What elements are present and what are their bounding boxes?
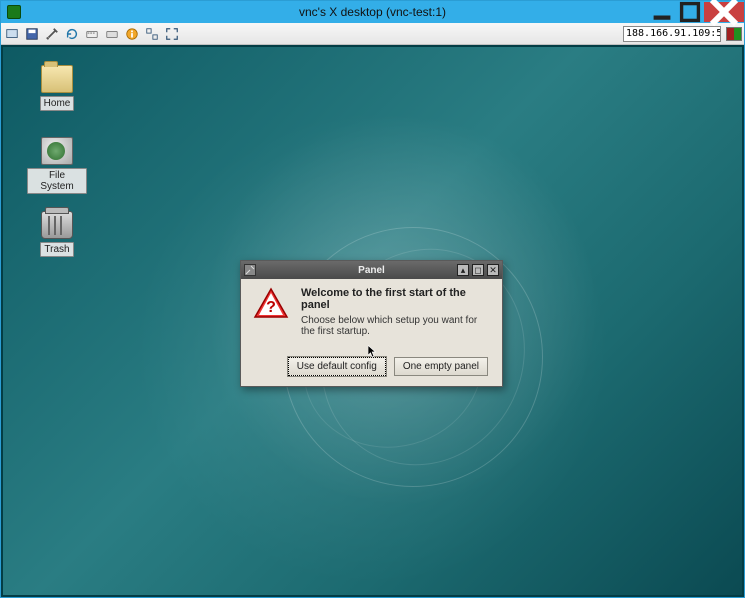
desktop-icon-label: File System [27, 168, 87, 194]
desktop-icon-label: Trash [40, 242, 73, 257]
panel-dialog: Panel ▴ ◻ ✕ ? [240, 260, 503, 387]
folder-icon [41, 65, 73, 93]
app-icon [7, 5, 21, 19]
app-window: vnc's X desktop (vnc-test:1) 188.166.91.… [0, 0, 745, 598]
use-default-config-button[interactable]: Use default config [288, 357, 386, 376]
desktop-icon-filesystem[interactable]: File System [27, 137, 87, 194]
save-icon[interactable] [23, 25, 41, 43]
close-button[interactable] [704, 2, 744, 22]
send-keys-icon[interactable] [103, 25, 121, 43]
desktop-icon-trash[interactable]: Trash [27, 211, 87, 257]
maximize-button[interactable] [676, 2, 704, 22]
refresh-icon[interactable] [63, 25, 81, 43]
settings-icon[interactable] [43, 25, 61, 43]
dialog-subtext: Choose below which setup you want for th… [301, 315, 492, 337]
one-empty-panel-button[interactable]: One empty panel [394, 357, 488, 376]
dialog-heading: Welcome to the first start of the panel [301, 287, 492, 311]
dialog-close-button[interactable]: ✕ [487, 264, 499, 276]
fullscreen-icon[interactable] [163, 25, 181, 43]
dialog-maximize-button[interactable]: ◻ [472, 264, 484, 276]
info-icon[interactable] [123, 25, 141, 43]
disk-icon [41, 137, 73, 165]
ctrl-alt-del-icon[interactable] [83, 25, 101, 43]
vnc-toolbar: 188.166.91.109:5901 [1, 23, 744, 45]
desktop-icon-label: Home [40, 96, 75, 111]
window-controls [648, 2, 744, 22]
dialog-titlebar[interactable]: Panel ▴ ◻ ✕ [241, 261, 502, 279]
scale-icon[interactable] [143, 25, 161, 43]
desktop-icon-home[interactable]: Home [27, 65, 87, 111]
question-warning-icon: ? [251, 287, 291, 337]
new-connection-icon[interactable] [3, 25, 21, 43]
svg-text:?: ? [266, 299, 276, 316]
titlebar[interactable]: vnc's X desktop (vnc-test:1) [1, 1, 744, 23]
minimize-button[interactable] [648, 2, 676, 22]
trash-icon [41, 211, 73, 239]
window-title: vnc's X desktop (vnc-test:1) [1, 5, 744, 19]
dialog-minimize-button[interactable]: ▴ [457, 264, 469, 276]
remote-desktop[interactable]: Home File System Trash Panel ▴ ◻ ✕ [1, 45, 744, 597]
dialog-body: ? Welcome to the first start of the pane… [241, 279, 502, 386]
